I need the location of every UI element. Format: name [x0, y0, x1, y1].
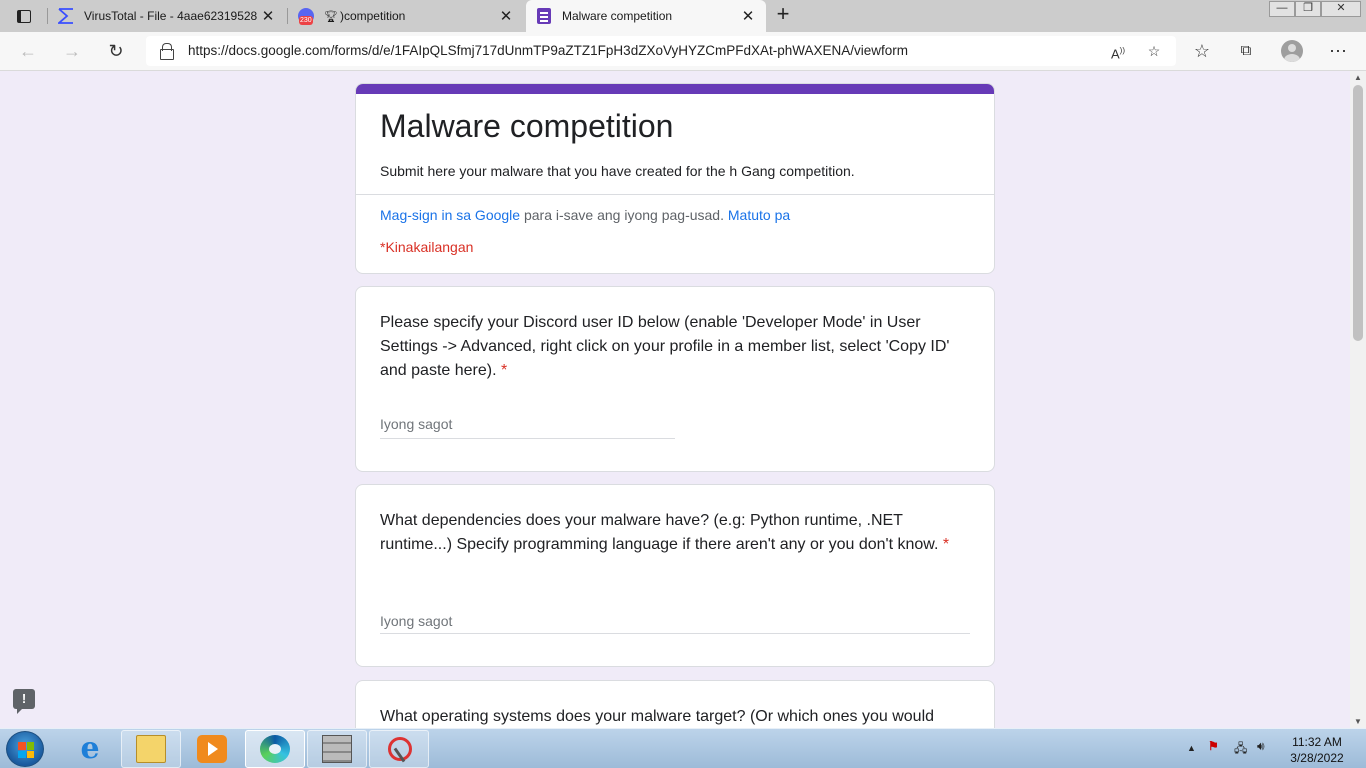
tab-title: )competition	[339, 9, 406, 23]
tab-actions-icon[interactable]	[8, 5, 40, 27]
scrollbar-thumb[interactable]	[1353, 85, 1363, 341]
question-card-dependencies: What dependencies does your malware have…	[355, 484, 995, 667]
more-icon[interactable]: ⋯	[1326, 40, 1350, 62]
taskbar-snipping-tool[interactable]	[369, 730, 429, 768]
accent-band	[356, 84, 994, 94]
url-text[interactable]: https://docs.google.com/forms/d/e/1FAIpQ…	[188, 43, 908, 58]
answer-input[interactable]: Iyong sagot	[380, 416, 452, 432]
volume-icon[interactable]: 🔊︎	[1257, 739, 1265, 754]
question-text: Please specify your Discord user ID belo…	[380, 311, 972, 383]
answer-underline	[380, 438, 675, 439]
lock-icon[interactable]	[160, 43, 174, 60]
report-feedback-icon[interactable]: !	[13, 689, 35, 714]
windows-taskbar: e ▲ ⚑ 🖧︎ 🔊︎ 11:32 AM 3/28/2022	[0, 728, 1366, 768]
clock-date: 3/28/2022	[1290, 751, 1344, 765]
read-aloud-icon[interactable]: A))	[1108, 41, 1128, 61]
tab-competition[interactable]: 230 🏆︎ )competition ✕	[288, 0, 524, 32]
tab-malware-competition[interactable]: Malware competition ✕	[526, 0, 766, 32]
answer-underline	[380, 633, 970, 634]
restore-window-icon[interactable]: ❐	[1295, 1, 1321, 17]
taskbar-firewall[interactable]	[307, 730, 367, 768]
required-asterisk: *	[942, 536, 950, 553]
new-tab-button[interactable]: +	[772, 3, 794, 26]
browser-toolbar: ← → ↻ https://docs.google.com/forms/d/e/…	[0, 32, 1366, 71]
media-player-icon	[197, 735, 227, 763]
network-icon[interactable]: 🖧︎	[1234, 739, 1247, 760]
edge-icon	[260, 735, 290, 763]
minimize-window-icon[interactable]: —	[1269, 1, 1295, 17]
back-arrow-icon[interactable]: ←	[16, 40, 40, 62]
virustotal-icon	[56, 8, 74, 24]
page-viewport: Malware competition Submit here your mal…	[0, 71, 1350, 728]
start-button[interactable]	[6, 731, 44, 767]
notification-badge: 230	[299, 16, 313, 25]
trophy-icon: 🏆︎	[324, 10, 338, 23]
scroll-down-icon[interactable]: ▼	[1354, 717, 1362, 726]
tab-strip: VirusTotal - File - 4aae62319528 ✕ 230 🏆…	[0, 0, 1366, 32]
answer-input[interactable]: Iyong sagot	[380, 613, 452, 629]
collections-icon[interactable]: ⧉	[1234, 40, 1258, 62]
profile-avatar-icon[interactable]	[1281, 40, 1303, 62]
question-text: What operating systems does your malware…	[380, 708, 935, 725]
firewall-icon	[322, 735, 352, 763]
favorites-icon[interactable]: ☆	[1190, 40, 1214, 62]
refresh-icon[interactable]: ↻	[104, 40, 128, 62]
system-clock[interactable]: 11:32 AM 3/28/2022	[1280, 734, 1354, 766]
windows-logo-icon	[18, 742, 34, 758]
question-label: Please specify your Discord user ID belo…	[380, 314, 950, 379]
taskbar-file-explorer[interactable]	[121, 730, 181, 768]
taskbar-media-player[interactable]	[182, 730, 242, 768]
signin-link[interactable]: Mag-sign in sa Google	[380, 207, 520, 223]
signin-line: Mag-sign in sa Google para i-save ang iy…	[380, 207, 790, 223]
forward-arrow-icon[interactable]: →	[60, 40, 84, 62]
page-scrollbar[interactable]: ▲ ▼	[1350, 71, 1366, 728]
close-tab-icon[interactable]: ✕	[260, 7, 276, 25]
google-forms-icon	[536, 8, 552, 24]
add-favorite-icon[interactable]: ☆	[1144, 41, 1164, 61]
tab-virustotal[interactable]: VirusTotal - File - 4aae62319528 ✕	[48, 0, 286, 32]
show-hidden-icons[interactable]: ▲	[1187, 743, 1196, 753]
divider	[356, 194, 994, 195]
required-asterisk: *	[500, 362, 508, 379]
close-window-icon[interactable]: ✕	[1321, 1, 1361, 17]
question-text: What dependencies does your malware have…	[380, 509, 972, 557]
internet-explorer-icon: e	[80, 731, 100, 766]
tab-title: VirusTotal - File - 4aae62319528	[84, 9, 258, 23]
learn-more-link[interactable]: Matuto pa	[728, 207, 790, 223]
question-card-discord-id: Please specify your Discord user ID belo…	[355, 286, 995, 472]
action-center-flag-icon[interactable]: ⚑	[1208, 739, 1219, 753]
discord-icon: 230	[298, 8, 314, 25]
folder-icon	[136, 735, 166, 763]
signin-text: para i-save ang iyong pag-usad.	[520, 207, 728, 223]
required-note: *Kinakailangan	[380, 239, 474, 255]
taskbar-edge[interactable]	[245, 730, 305, 768]
question-card-operating-systems: What operating systems does your malware…	[355, 680, 995, 728]
form-title: Malware competition	[380, 108, 674, 144]
tab-title: Malware competition	[562, 9, 673, 23]
snipping-tool-icon	[384, 735, 414, 763]
scroll-up-icon[interactable]: ▲	[1354, 73, 1362, 82]
address-bar[interactable]: https://docs.google.com/forms/d/e/1FAIpQ…	[146, 36, 1176, 66]
question-label: What dependencies does your malware have…	[380, 512, 939, 553]
clock-time: 11:32 AM	[1292, 735, 1342, 749]
close-tab-icon[interactable]: ✕	[740, 7, 756, 25]
form-description: Submit here your malware that you have c…	[380, 163, 855, 179]
close-tab-icon[interactable]: ✕	[498, 7, 514, 25]
taskbar-internet-explorer[interactable]: e	[60, 730, 120, 768]
form-header-card: Malware competition Submit here your mal…	[355, 83, 995, 274]
